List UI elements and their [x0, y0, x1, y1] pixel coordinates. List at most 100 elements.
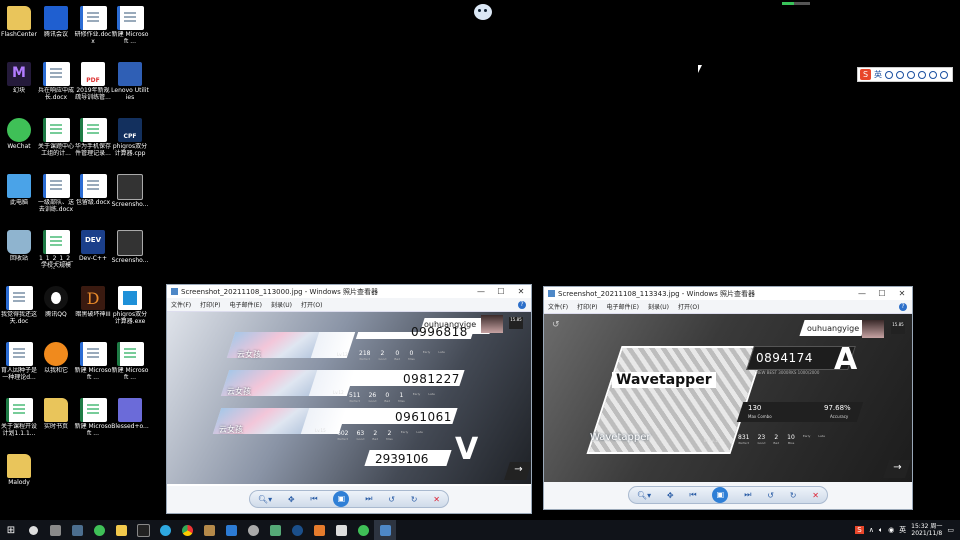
minimize-button[interactable]: — — [852, 289, 872, 298]
desktop-icon[interactable]: 回收站 — [0, 227, 38, 269]
desktop-icon[interactable]: Lenovo Utilities — [111, 59, 149, 101]
maximize-button[interactable]: ☐ — [872, 289, 892, 298]
ime-toolbar[interactable]: S 英 — [857, 67, 953, 82]
taskbar-app-icon[interactable] — [44, 520, 66, 540]
rotate-right-icon[interactable]: ↻ — [411, 495, 418, 504]
desktop-icon[interactable]: Screensho... — [111, 227, 149, 271]
delete-icon[interactable]: ✕ — [433, 495, 440, 504]
ime-tray-icon[interactable]: 英 — [899, 525, 906, 535]
desktop-icon[interactable]: 2019年新规疏导训练管... — [74, 59, 112, 101]
taskbar-edge-icon[interactable] — [154, 520, 176, 540]
ime-mic-icon[interactable] — [907, 70, 915, 79]
desktop-icon[interactable]: 1_1_2_1_2_学校大规模投... — [37, 227, 75, 269]
next-icon[interactable]: ⏭ — [365, 494, 372, 504]
taskbar-wechat-icon[interactable] — [88, 520, 110, 540]
help-icon[interactable]: ? — [899, 302, 907, 311]
menu-email[interactable]: 电子邮件(E) — [229, 300, 261, 309]
desktop-icon[interactable]: Dev-C++ — [74, 227, 112, 269]
desktop-icon[interactable]: 新建 Microsoft ... — [111, 3, 149, 45]
taskbar-explorer-icon[interactable] — [110, 520, 132, 540]
desktop-icon[interactable]: 新建 Microsoft ... — [74, 339, 112, 381]
navigation-controls[interactable]: 🔍︎▾ ✥ ⏮ ▣ ⏭ ↺ ↻ ✕ — [628, 486, 828, 504]
menu-open[interactable]: 打开(O) — [678, 302, 699, 311]
ime-emoji-icon[interactable] — [896, 70, 904, 79]
desktop-icon[interactable]: 新建 Microsoft ... — [74, 395, 112, 437]
network-icon[interactable]: ◉ — [888, 526, 894, 534]
desktop-icon[interactable]: 实时书页 — [37, 395, 75, 437]
start-button[interactable]: ⊞ — [0, 520, 22, 540]
taskbar-photo-viewer-icon[interactable] — [374, 520, 396, 540]
menu-print[interactable]: 打印(P) — [200, 300, 220, 309]
next-arrow-button[interactable]: → — [883, 460, 911, 478]
menu-file[interactable]: 文件(F) — [548, 302, 568, 311]
desktop-icon[interactable]: phigros双分计算器.cpp — [111, 115, 149, 157]
actual-size-icon[interactable]: ✥ — [288, 495, 295, 504]
taskbar-app-icon[interactable] — [242, 520, 264, 540]
menu-burn[interactable]: 刻录(U) — [271, 300, 292, 309]
desktop-icon[interactable]: Blessed+o... — [111, 395, 149, 437]
ime-keyboard-icon[interactable] — [918, 70, 926, 79]
clock[interactable]: 15:32 周一 2021/11/8 — [911, 523, 942, 537]
desktop-icon[interactable]: 兵在响应中成长.docx — [37, 59, 75, 101]
zoom-icon[interactable]: 🔍︎▾ — [258, 495, 272, 504]
taskbar-app-icon[interactable] — [198, 520, 220, 540]
rotate-left-icon[interactable]: ↺ — [767, 491, 774, 500]
desktop-icon[interactable]: 关于课程开设计划1.1.1... — [0, 395, 38, 437]
desktop-icon[interactable]: 此电脑 — [0, 171, 38, 213]
menu-open[interactable]: 打开(O) — [301, 300, 322, 309]
ime-skin-icon[interactable] — [929, 70, 937, 79]
title-bar[interactable]: Screenshot_20211108_113343.jpg - Windows… — [544, 287, 912, 300]
menu-burn[interactable]: 刻录(U) — [648, 302, 669, 311]
close-button[interactable]: ✕ — [892, 289, 912, 298]
close-button[interactable]: ✕ — [511, 287, 531, 296]
menu-file[interactable]: 文件(F) — [171, 300, 191, 309]
notification-icon[interactable]: ▭ — [947, 526, 954, 534]
navigation-controls[interactable]: 🔍︎▾ ✥ ⏮ ▣ ⏭ ↺ ↻ ✕ — [249, 490, 449, 508]
previous-icon[interactable]: ⏮ — [689, 490, 696, 500]
slideshow-icon[interactable]: ▣ — [333, 491, 350, 507]
desktop-icon[interactable]: Malody — [0, 451, 38, 493]
desktop-icon[interactable]: 包留级.docx — [74, 171, 112, 213]
photo-viewer-window-left[interactable]: Screenshot_20211108_113000.jpg - Windows… — [166, 284, 532, 514]
menu-email[interactable]: 电子邮件(E) — [606, 302, 638, 311]
taskbar-app-icon[interactable] — [66, 520, 88, 540]
ime-language-toggle[interactable]: 英 — [874, 69, 882, 80]
taskbar-app-icon[interactable] — [132, 520, 154, 540]
taskbar-app-icon[interactable] — [308, 520, 330, 540]
next-arrow-button[interactable]: → — [504, 462, 531, 480]
tray-chevron-icon[interactable]: ∧ — [869, 526, 874, 534]
rotate-left-icon[interactable]: ↺ — [388, 495, 395, 504]
ime-toolbox-icon[interactable] — [940, 70, 948, 79]
desktop-icon[interactable]: phigros双分计算器.exe — [111, 283, 149, 325]
taskbar-mail-icon[interactable] — [220, 520, 242, 540]
desktop-icon[interactable]: 关于课题中心工组的计... — [37, 115, 75, 157]
taskbar-app-icon[interactable] — [22, 520, 44, 540]
slideshow-icon[interactable]: ▣ — [712, 487, 729, 503]
help-icon[interactable]: ? — [518, 300, 526, 309]
minimize-button[interactable]: — — [471, 287, 491, 296]
sogou-logo-icon[interactable]: S — [860, 69, 871, 80]
menu-print[interactable]: 打印(P) — [577, 302, 597, 311]
back-icon[interactable]: ↺ — [552, 320, 560, 330]
desktop-icon[interactable]: 腾讯会议 — [37, 3, 75, 45]
desktop-icon[interactable]: 以我和它 — [37, 339, 75, 381]
taskbar-steam-icon[interactable] — [286, 520, 308, 540]
desktop-icon[interactable]: 我觉得我还这天.doc — [0, 283, 38, 325]
sogou-tray-icon[interactable]: S — [855, 526, 864, 534]
taskbar-chrome-icon[interactable] — [176, 520, 198, 540]
owl-logo-icon[interactable] — [474, 4, 492, 20]
desktop-icon[interactable]: 新建 Microsoft ... — [111, 339, 149, 381]
ime-punct-icon[interactable] — [885, 70, 893, 79]
desktop-icon[interactable]: FlashCenter — [0, 3, 38, 45]
zoom-icon[interactable]: 🔍︎▾ — [637, 491, 651, 500]
desktop-icon[interactable]: WeChat — [0, 115, 38, 157]
desktop-icon[interactable]: 一级部队、送去训练.docx — [37, 171, 75, 213]
previous-icon[interactable]: ⏮ — [310, 494, 317, 504]
taskbar-wechat-icon[interactable] — [352, 520, 374, 540]
desktop-icon[interactable]: Screensho... — [111, 171, 149, 215]
maximize-button[interactable]: ☐ — [491, 287, 511, 296]
title-bar[interactable]: Screenshot_20211108_113000.jpg - Windows… — [167, 285, 531, 298]
taskbar-app-icon[interactable] — [330, 520, 352, 540]
photo-viewer-window-right[interactable]: Screenshot_20211108_113343.jpg - Windows… — [543, 286, 913, 510]
volume-icon[interactable]: 🔈︎ — [879, 526, 883, 535]
